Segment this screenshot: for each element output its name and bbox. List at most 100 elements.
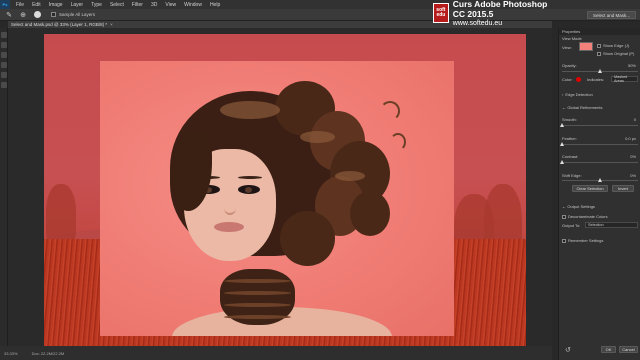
indicates-label: Indicates:: [587, 77, 605, 82]
view-mode-header[interactable]: View Mode: [562, 36, 582, 41]
output-to-dropdown[interactable]: Selection: [585, 222, 638, 228]
select-and-mask-button[interactable]: Select and Mask...: [586, 11, 636, 19]
hair-highlight-shape: [300, 131, 335, 143]
brush-tool-icon[interactable]: [1, 62, 7, 68]
reset-icon[interactable]: ↺: [565, 346, 571, 354]
contrast-slider-knob[interactable]: [560, 160, 564, 164]
course-website: www.softedu.eu: [452, 20, 503, 27]
contrast-value[interactable]: 0%: [630, 154, 636, 159]
sample-all-layers-label: Sample All Layers: [59, 12, 96, 17]
chevron-down-icon: ⌄: [562, 105, 566, 110]
menu-edit[interactable]: Edit: [28, 2, 45, 8]
add-mode-icon[interactable]: ⊕: [18, 10, 28, 20]
color-label: Color:: [562, 77, 573, 82]
properties-panel-title: Properties: [559, 28, 640, 35]
hair-curl-shape: [350, 191, 390, 236]
status-bar: 33.33% Doc: 22.2M/22.2M: [0, 346, 552, 360]
edge-detection-header[interactable]: › Edge Detection: [562, 92, 593, 97]
feather-slider-knob[interactable]: [560, 142, 564, 146]
overlay-color-swatch[interactable]: [576, 77, 581, 82]
cancel-button[interactable]: Cancel: [619, 346, 638, 353]
canvas-area[interactable]: [8, 28, 552, 346]
nose-shape: [224, 201, 236, 215]
feather-slider[interactable]: [560, 142, 638, 146]
show-original-option[interactable]: Show Original (P): [597, 51, 634, 56]
remember-settings-option[interactable]: Remember Settings: [562, 238, 603, 243]
close-tab-icon[interactable]: ×: [110, 22, 113, 27]
right-eye-shape: [238, 185, 260, 194]
shift-edge-value[interactable]: 0%: [630, 173, 636, 178]
menu-help[interactable]: Help: [206, 2, 224, 8]
menu-layer[interactable]: Layer: [67, 2, 88, 8]
portrait-layer-image: [100, 61, 454, 336]
menu-view[interactable]: View: [161, 2, 180, 8]
hair-highlight-shape: [220, 101, 280, 119]
menu-image[interactable]: Image: [45, 2, 67, 8]
view-mode-thumbnail[interactable]: [579, 42, 593, 51]
decontaminate-colors-checkbox[interactable]: [562, 214, 566, 219]
properties-panel: Properties View Mode View: Show Edge (J)…: [558, 28, 640, 360]
logo-text-bottom: edu: [436, 12, 446, 18]
lips-shape: [214, 222, 244, 232]
sample-all-layers-checkbox[interactable]: [51, 12, 56, 17]
menu-filter[interactable]: Filter: [128, 2, 147, 8]
feather-value[interactable]: 0.0 px: [625, 136, 636, 141]
hair-strand-shape: [380, 101, 400, 121]
hair-band-shape: [224, 291, 291, 295]
zoom-tool-icon[interactable]: [1, 32, 7, 38]
opacity-slider-knob[interactable]: [598, 69, 602, 73]
zoom-level[interactable]: 33.33%: [4, 351, 18, 356]
brush-size-preview[interactable]: [34, 11, 41, 18]
quick-selection-tool-icon[interactable]: [1, 42, 7, 48]
lasso-tool-icon[interactable]: [1, 72, 7, 78]
ok-button[interactable]: OK: [601, 346, 616, 353]
course-watermark: soft edu Curs Adobe Photoshop CC 2015.5 …: [433, 0, 558, 27]
smooth-slider-knob[interactable]: [560, 123, 564, 127]
global-refinements-header[interactable]: ⌄ Global Refinements: [562, 105, 603, 110]
output-to-label: Output To:: [562, 223, 581, 228]
remember-settings-checkbox[interactable]: [562, 238, 566, 243]
chevron-down-icon: ⌄: [562, 204, 566, 209]
indicates-dropdown[interactable]: Masked Areas: [611, 75, 638, 83]
clear-selection-button[interactable]: Clear Selection: [572, 185, 608, 192]
menu-3d[interactable]: 3D: [147, 2, 161, 8]
tree-shape: [46, 184, 76, 244]
menu-window[interactable]: Window: [180, 2, 206, 8]
opacity-label: Opacity:: [562, 63, 577, 68]
show-original-checkbox[interactable]: [597, 51, 601, 56]
invert-button[interactable]: Invert: [612, 185, 634, 192]
smooth-value[interactable]: 0: [634, 117, 636, 122]
right-brow-shape: [238, 176, 262, 179]
hair-curl-shape: [280, 211, 335, 266]
shift-edge-slider[interactable]: [562, 178, 638, 182]
shift-edge-label: Shift Edge:: [562, 173, 582, 178]
photoshop-logo-icon: Ps: [0, 0, 10, 9]
opacity-value[interactable]: 50%: [628, 63, 636, 68]
document-tab-title: Select and Mask.psd @ 33% (Layer 1, RGB/…: [11, 22, 108, 27]
output-settings-header[interactable]: ⌄ Output Settings: [562, 204, 595, 209]
opacity-slider[interactable]: [562, 69, 638, 73]
hair-band-shape: [224, 279, 291, 283]
menu-select[interactable]: Select: [106, 2, 128, 8]
document-info: Doc: 22.2M/22.2M: [31, 350, 65, 356]
contrast-label: Contrast:: [562, 154, 579, 159]
decontaminate-colors-option[interactable]: Decontaminate Colors: [562, 214, 608, 219]
shift-edge-slider-knob[interactable]: [598, 178, 602, 182]
hand-tool-icon[interactable]: [1, 82, 7, 88]
menu-type[interactable]: Type: [87, 2, 106, 8]
brush-tool-icon[interactable]: ✎: [4, 10, 14, 20]
hair-strand-shape: [390, 133, 406, 151]
hair-band-shape: [224, 303, 291, 307]
show-edge-option[interactable]: Show Edge (J): [597, 43, 629, 48]
contrast-slider[interactable]: [560, 160, 638, 164]
view-label: View:: [562, 45, 572, 50]
hair-highlight-shape: [335, 171, 365, 181]
feather-label: Feather:: [562, 136, 577, 141]
tool-strip: [0, 28, 8, 354]
refine-edge-brush-icon[interactable]: [1, 52, 7, 58]
smooth-label: Smooth:: [562, 117, 577, 122]
course-title: Curs Adobe Photoshop CC 2015.5: [452, 0, 548, 19]
smooth-slider[interactable]: [560, 123, 638, 127]
show-edge-checkbox[interactable]: [597, 43, 601, 48]
menu-file[interactable]: File: [12, 2, 28, 8]
